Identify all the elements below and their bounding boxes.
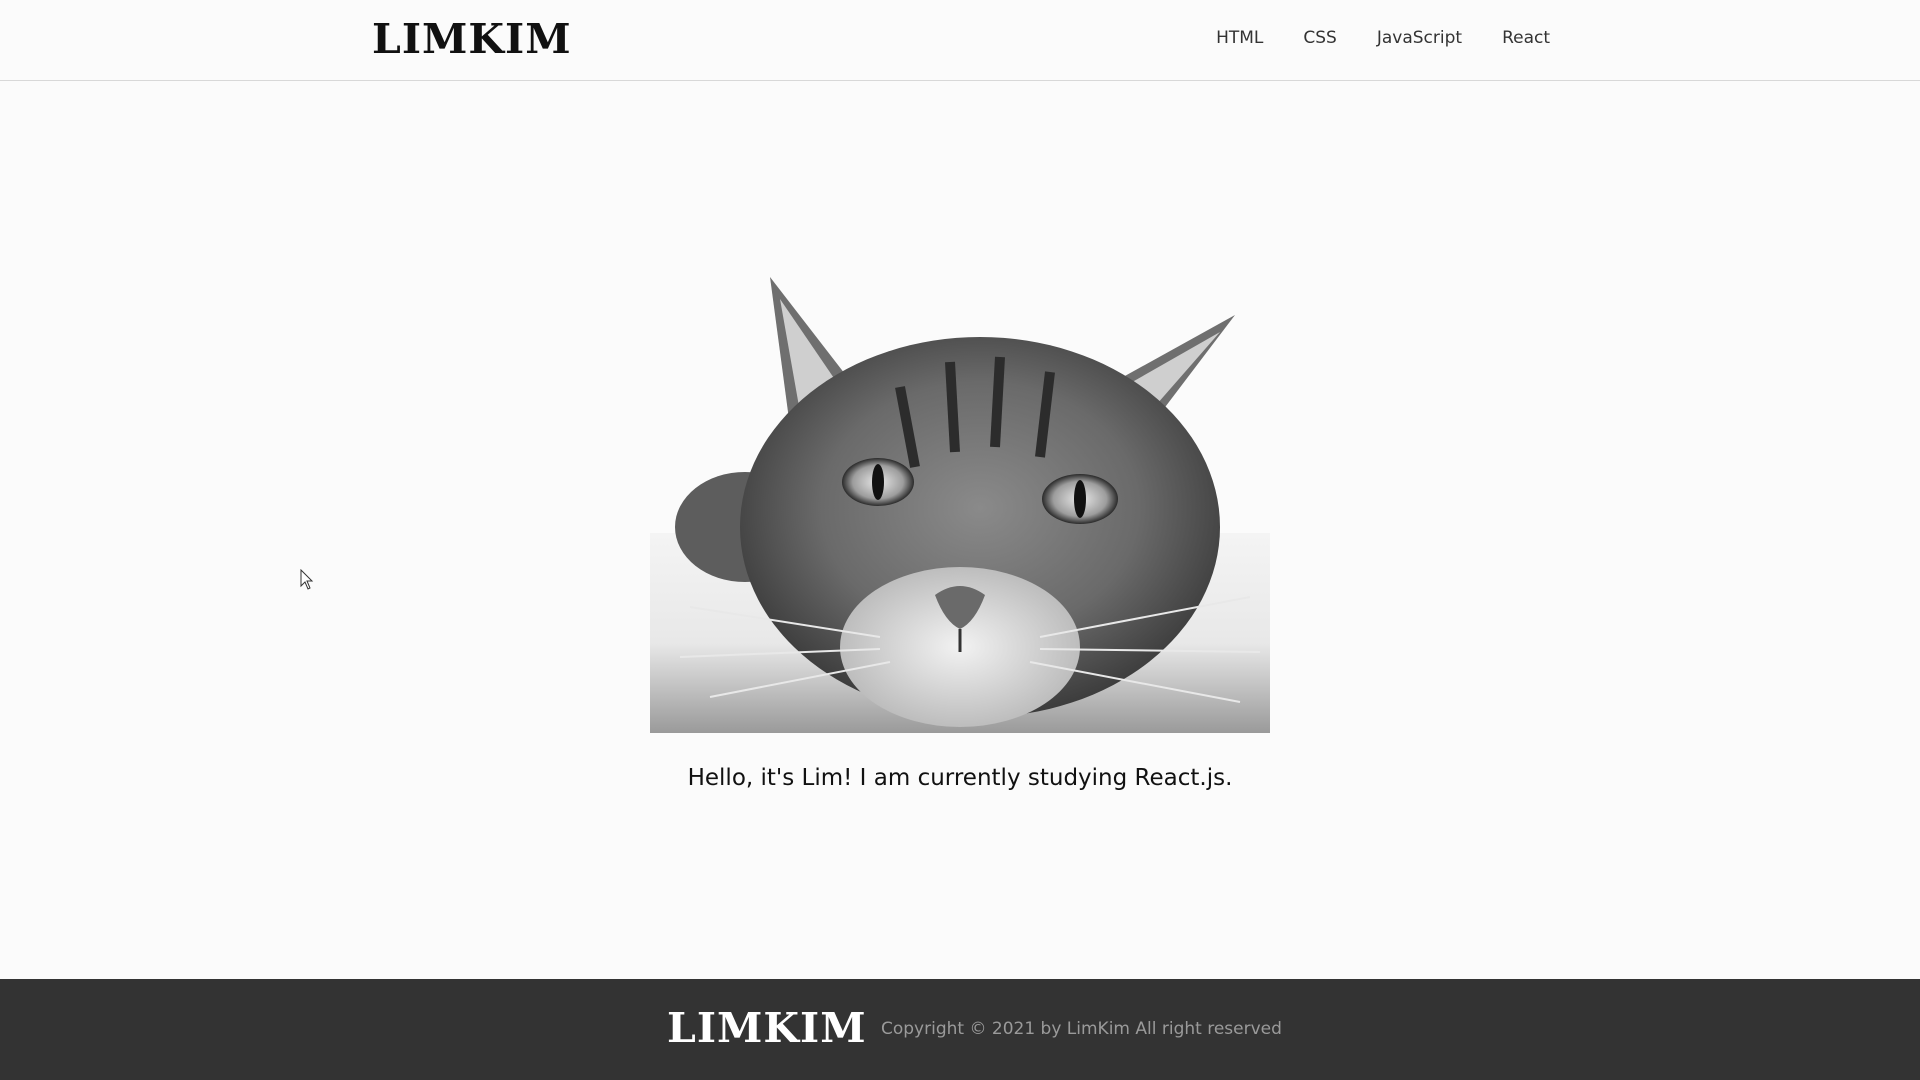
- main-nav: HTML CSS JavaScript React: [1216, 28, 1550, 48]
- copyright-text: Copyright © 2021 by LimKim All right res…: [881, 1019, 1282, 1039]
- footer-logo[interactable]: LIMKIM: [667, 1003, 867, 1053]
- nav-item-react[interactable]: React: [1502, 28, 1550, 48]
- nav-item-javascript[interactable]: JavaScript: [1377, 28, 1462, 48]
- cat-photo: [650, 277, 1270, 733]
- site-footer: LIMKIM Copyright © 2021 by LimKim All ri…: [0, 979, 1920, 1080]
- intro-caption: Hello, it's Lim! I am currently studying…: [687, 765, 1233, 791]
- nav-item-css[interactable]: CSS: [1303, 28, 1336, 48]
- site-logo[interactable]: LIMKIM: [372, 14, 572, 64]
- nav-item-html[interactable]: HTML: [1216, 28, 1263, 48]
- site-header: LIMKIM HTML CSS JavaScript React: [0, 0, 1920, 81]
- main-content: Hello, it's Lim! I am currently studying…: [0, 81, 1920, 979]
- mouse-cursor-icon: [300, 569, 314, 590]
